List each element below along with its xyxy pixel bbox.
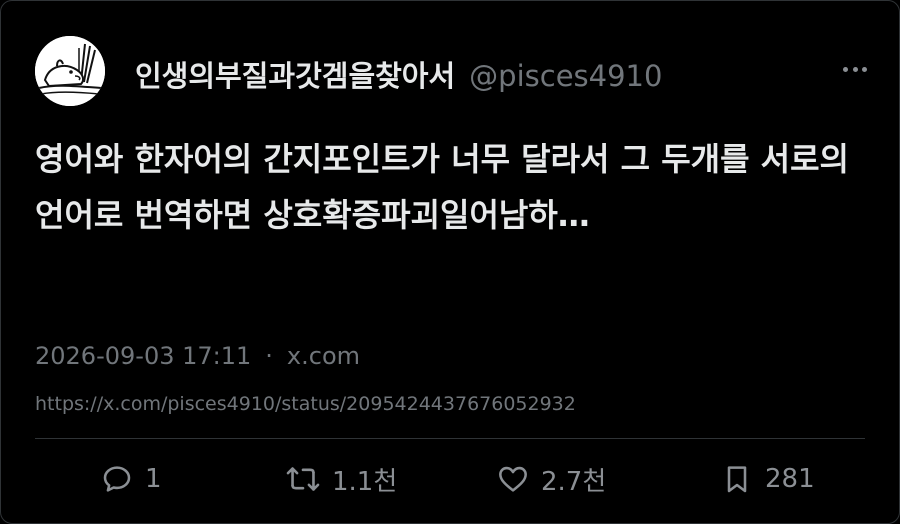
bookmark-button[interactable]: 281 — [721, 459, 815, 499]
avatar[interactable] — [35, 36, 105, 106]
like-button[interactable]: 2.7천 — [497, 459, 606, 499]
reply-count: 1 — [145, 464, 162, 494]
source-link[interactable]: x.com — [287, 342, 360, 370]
retweet-count: 1.1천 — [332, 466, 398, 497]
heart-icon — [499, 466, 527, 492]
author-row: 인생의부질과갓겜을찾아서 @pisces4910 — [135, 53, 662, 95]
tweet-card: 인생의부질과갓겜을찾아서 @pisces4910 영어와 한자어의 간지포인트가… — [0, 0, 900, 524]
bookmark-count: 281 — [765, 464, 815, 494]
reply-button[interactable]: 1 — [101, 459, 162, 499]
like-count: 2.7천 — [541, 466, 607, 497]
retweet-button[interactable]: 1.1천 — [286, 459, 397, 499]
more-dot — [862, 66, 867, 72]
more-dot — [852, 66, 858, 72]
more-horizontal-icon[interactable] — [843, 59, 867, 79]
tweet-url[interactable]: https://x.com/pisces4910/status/20954244… — [35, 393, 576, 415]
divider — [35, 438, 865, 439]
reply-icon — [103, 466, 131, 492]
display-name[interactable]: 인생의부질과갓겜을찾아서 — [135, 53, 455, 95]
avatar-illustration — [35, 36, 105, 106]
timestamp[interactable]: 2026-09-03 17:11 — [35, 342, 251, 370]
tweet-meta: 2026-09-03 17:11 · x.com — [35, 342, 360, 370]
retweet-icon — [286, 467, 320, 491]
tweet-text: 영어와 한자어의 간지포인트가 너무 달라서 그 두개를 서로의 언어로 번역하… — [35, 140, 849, 234]
more-dot — [843, 66, 848, 72]
meta-separator: · — [265, 342, 273, 370]
bookmark-icon — [727, 466, 747, 493]
user-handle[interactable]: @pisces4910 — [469, 59, 662, 93]
